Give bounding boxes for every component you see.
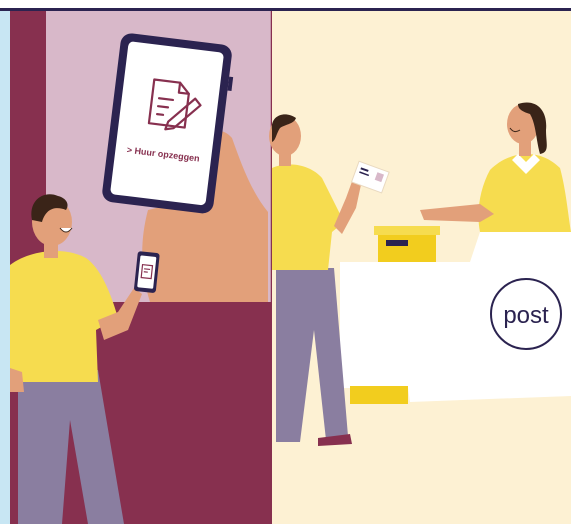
illustration-canvas: > Huur opzeggen post (0, 0, 571, 524)
light-blue-edge-strip (0, 10, 10, 524)
yellow-box-slot (386, 240, 408, 246)
yellow-box (378, 232, 436, 262)
small-phone (134, 251, 160, 293)
post-logo-text: post (503, 302, 549, 329)
top-border (0, 8, 571, 11)
yellow-box-lid (374, 226, 440, 235)
moving-out-illustration: > Huur opzeggen post (0, 8, 571, 524)
yellow-step (350, 386, 408, 404)
